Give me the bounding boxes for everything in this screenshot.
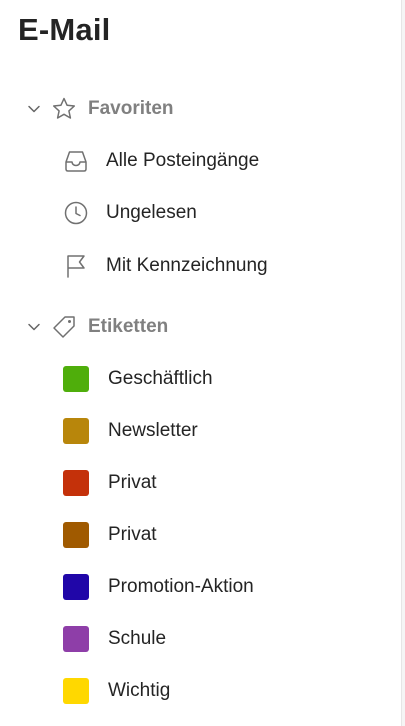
favorite-item-all-inboxes[interactable]: Alle Posteingänge [60,143,380,179]
color-swatch [63,626,89,652]
color-swatch-wrapper [60,467,92,499]
flag-icon [60,250,92,282]
label-item-label: Privat [108,472,157,493]
tag-icon [50,313,78,341]
page-title: E-Mail [18,12,111,47]
favorite-item-unread[interactable]: Ungelesen [60,195,380,231]
color-swatch [63,366,89,392]
favorites-section-header[interactable]: Favoriten [24,94,174,124]
label-item-important[interactable]: Wichtig [60,673,380,709]
color-swatch [63,522,89,548]
clock-icon [60,197,92,229]
labels-header-label: Etiketten [88,316,169,337]
label-item-school[interactable]: Schule [60,621,380,657]
color-swatch-wrapper [60,675,92,707]
label-item-private[interactable]: Privat [60,465,380,501]
color-swatch [63,418,89,444]
label-item-business[interactable]: Geschäftlich [60,361,380,397]
label-item-label: Promotion-Aktion [108,576,254,597]
color-swatch-wrapper [60,519,92,551]
color-swatch-wrapper [60,623,92,655]
label-item-private-2[interactable]: Privat [60,517,380,553]
favorite-item-label: Mit Kennzeichnung [106,255,268,276]
mail-nav-pane: E-Mail Favoriten Alle Posteingänge Ungel… [0,0,402,726]
favorites-header-label: Favoriten [88,98,174,119]
color-swatch-wrapper [60,415,92,447]
color-swatch [63,470,89,496]
label-item-label: Geschäftlich [108,368,213,389]
label-item-promotion[interactable]: Promotion-Aktion [60,569,380,605]
color-swatch [63,678,89,704]
label-item-label: Wichtig [108,680,171,701]
inbox-icon [60,145,92,177]
label-item-newsletter[interactable]: Newsletter [60,413,380,449]
color-swatch-wrapper [60,363,92,395]
color-swatch-wrapper [60,571,92,603]
labels-section-header[interactable]: Etiketten [24,312,168,342]
label-item-label: Privat [108,524,157,545]
label-item-label: Newsletter [108,420,198,441]
chevron-down-icon[interactable] [24,317,44,337]
favorite-item-label: Alle Posteingänge [106,150,260,171]
star-icon [50,95,78,123]
chevron-down-icon[interactable] [24,99,44,119]
label-item-label: Schule [108,628,167,649]
favorite-item-flagged[interactable]: Mit Kennzeichnung [60,248,380,284]
color-swatch [63,574,89,600]
favorite-item-label: Ungelesen [106,202,197,223]
